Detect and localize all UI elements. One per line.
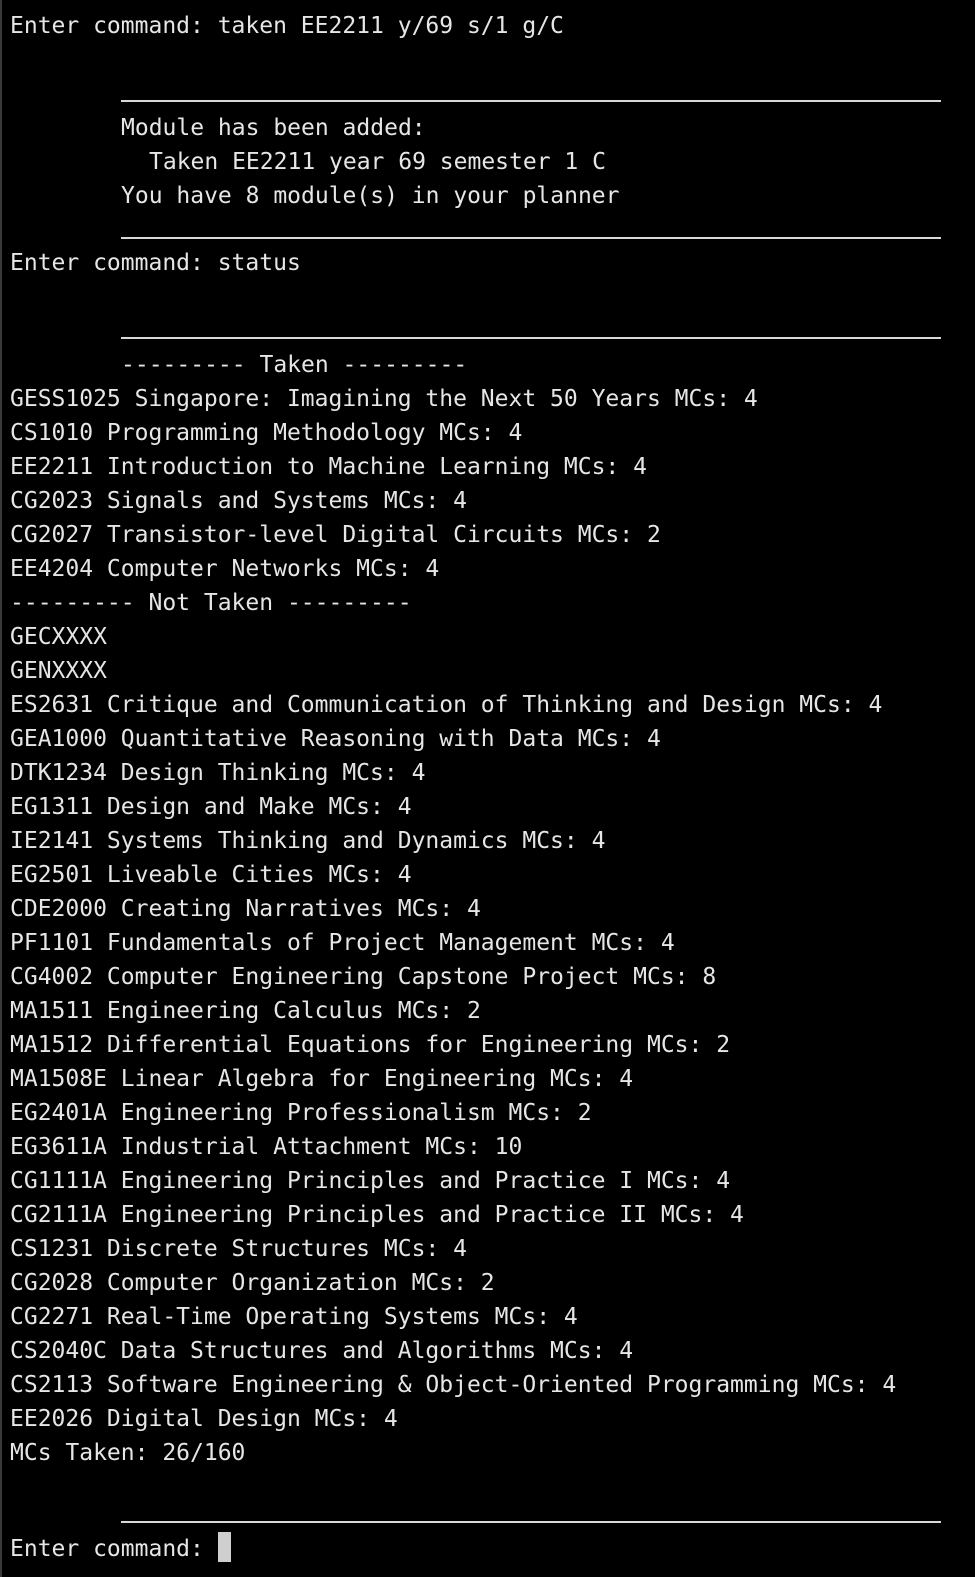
list-item: GESS1025 Singapore: Imagining the Next 5… [10,386,758,412]
list-item: GEA1000 Quantitative Reasoning with Data… [10,726,661,752]
list-item: CS2113 Software Engineering & Object-Ori… [10,1372,897,1398]
list-item: GECXXXX [10,624,107,650]
list-item: PF1101 Fundamentals of Project Managemen… [10,930,675,956]
list-item: CG1111A Engineering Principles and Pract… [10,1168,731,1194]
list-item: CG2027 Transistor-level Digital Circuits… [10,522,661,548]
separator-line [121,237,941,239]
list-item: GENXXXX [10,658,107,684]
list-item: CS2040C Data Structures and Algorithms M… [10,1338,634,1364]
list-item: EG2401A Engineering Professionalism MCs:… [10,1100,592,1126]
list-item: CG4002 Computer Engineering Capstone Pro… [10,964,717,990]
list-item: EG1311 Design and Make MCs: 4 [10,794,412,820]
list-item: CS1010 Programming Methodology MCs: 4 [10,420,523,446]
list-item: EG3611A Industrial Attachment MCs: 10 [10,1134,523,1160]
list-item: CG2111A Engineering Principles and Pract… [10,1202,744,1228]
text-cursor[interactable] [217,1532,231,1562]
command-line: Enter command: status [10,250,301,276]
list-item: EE4204 Computer Networks MCs: 4 [10,556,440,582]
prompt-label: Enter command: [10,1536,204,1562]
separator-line [121,1521,941,1523]
list-item: CG2023 Signals and Systems MCs: 4 [10,488,467,514]
list-item: DTK1234 Design Thinking MCs: 4 [10,760,426,786]
mcs-taken-summary: MCs Taken: 26/160 [10,1440,246,1466]
list-item: EE2211 Introduction to Machine Learning … [10,454,647,480]
output-count: You have 8 module(s) in your planner [121,183,620,209]
list-item: CS1231 Discrete Structures MCs: 4 [10,1236,467,1262]
command-line: Enter command: taken EE2211 y/69 s/1 g/C [10,13,564,39]
list-item: EE2026 Digital Design MCs: 4 [10,1406,398,1432]
terminal-window[interactable]: Enter command: taken EE2211 y/69 s/1 g/C… [0,0,975,1577]
list-item: MA1508E Linear Algebra for Engineering M… [10,1066,634,1092]
list-item: EG2501 Liveable Cities MCs: 4 [10,862,412,888]
separator-line [121,337,941,339]
list-item: IE2141 Systems Thinking and Dynamics MCs… [10,828,606,854]
output-detail: Taken EE2211 year 69 semester 1 C [149,149,606,175]
list-item: CG2271 Real-Time Operating Systems MCs: … [10,1304,578,1330]
list-item: MA1511 Engineering Calculus MCs: 2 [10,998,481,1024]
output-message: Module has been added: [121,115,426,141]
window-border [0,0,2,1577]
command-prompt[interactable]: Enter command: [10,1532,231,1566]
list-item: ES2631 Critique and Communication of Thi… [10,692,883,718]
separator-line [121,100,941,102]
list-item: CG2028 Computer Organization MCs: 2 [10,1270,495,1296]
list-item: CDE2000 Creating Narratives MCs: 4 [10,896,481,922]
not-taken-header: --------- Not Taken --------- [10,590,412,616]
taken-header: --------- Taken --------- [121,352,468,378]
list-item: MA1512 Differential Equations for Engine… [10,1032,731,1058]
